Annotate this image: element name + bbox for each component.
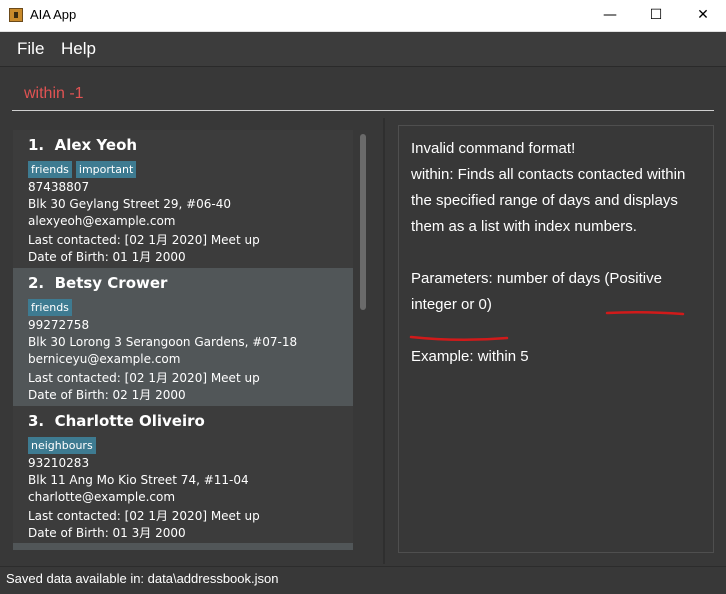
contact-name: Betsy Crower xyxy=(54,274,168,292)
contact-name-line: 1. Alex Yeoh xyxy=(28,136,137,154)
menu-bar: File Help xyxy=(0,32,726,67)
maximize-button[interactable]: ☐ xyxy=(633,0,679,31)
contact-address: Blk 11 Ang Mo Kio Street 74, #11-04 xyxy=(28,473,249,487)
list-scrollbar[interactable] xyxy=(360,134,366,310)
contact-index: 2. xyxy=(28,274,45,292)
split-divider[interactable] xyxy=(383,118,385,564)
contact-index: 1. xyxy=(28,136,45,154)
contact-name-line: 2. Betsy Crower xyxy=(28,274,167,292)
menu-help[interactable]: Help xyxy=(61,39,96,59)
contact-email: charlotte@example.com xyxy=(28,490,176,504)
contact-phone: 93210283 xyxy=(28,456,90,470)
menu-file[interactable]: File xyxy=(17,39,44,59)
close-button[interactable]: ✕ xyxy=(680,0,726,31)
tag: friends xyxy=(28,299,72,316)
tag: friends xyxy=(28,161,72,178)
contact-name: Alex Yeoh xyxy=(54,136,138,154)
contact-email: berniceyu@example.com xyxy=(28,352,181,366)
command-input[interactable] xyxy=(12,77,714,111)
tag-list: neighbours xyxy=(28,437,96,454)
contact-name: Charlotte Oliveiro xyxy=(54,412,205,430)
contact-address: Blk 30 Lorong 3 Serangoon Gardens, #07-1… xyxy=(28,335,298,349)
command-area xyxy=(0,67,726,117)
window-title: AIA App xyxy=(30,7,77,22)
contact-last-contacted: Last contacted: [02 1月 2020] Meet up xyxy=(28,233,260,247)
contact-email: alexyeoh@example.com xyxy=(28,214,176,228)
status-bar: Saved data available in: data\addressboo… xyxy=(0,566,726,594)
tag: important xyxy=(75,161,137,178)
contact-card[interactable]: 2. Betsy Crower friends 99272758 Blk 30 … xyxy=(13,268,353,406)
contact-card[interactable]: 3. Charlotte Oliveiro neighbours 9321028… xyxy=(13,406,353,544)
title-bar: AIA App — ☐ ✕ xyxy=(0,0,726,32)
tag-list: friends important xyxy=(28,161,137,178)
contact-address: Blk 30 Geylang Street 29, #06-40 xyxy=(28,197,232,211)
result-display: Invalid command format! within: Finds al… xyxy=(398,125,714,553)
contact-index: 3. xyxy=(28,412,45,430)
contact-dob: Date of Birth: 02 1月 2000 xyxy=(28,388,186,402)
contact-list[interactable]: 1. Alex Yeoh friends important 87438807 … xyxy=(13,130,353,550)
contact-last-contacted: Last contacted: [02 1月 2020] Meet up xyxy=(28,509,260,523)
contact-phone: 87438807 xyxy=(28,180,90,194)
annotation-underline xyxy=(409,310,685,342)
app-icon xyxy=(9,8,23,22)
contact-name-line: 3. Charlotte Oliveiro xyxy=(28,412,205,430)
contact-last-contacted: Last contacted: [02 1月 2020] Meet up xyxy=(28,371,260,385)
contact-card[interactable]: 1. Alex Yeoh friends important 87438807 … xyxy=(13,130,353,268)
contact-phone: 99272758 xyxy=(28,318,90,332)
next-card-edge xyxy=(13,543,353,550)
contact-dob: Date of Birth: 01 3月 2000 xyxy=(28,526,186,540)
status-text: Saved data available in: data\addressboo… xyxy=(6,571,279,586)
tag-list: friends xyxy=(28,299,72,316)
tag: neighbours xyxy=(28,437,96,454)
minimize-button[interactable]: — xyxy=(587,0,633,31)
contact-list-panel: 1. Alex Yeoh friends important 87438807 … xyxy=(4,118,376,564)
contact-dob: Date of Birth: 01 1月 2000 xyxy=(28,250,186,264)
